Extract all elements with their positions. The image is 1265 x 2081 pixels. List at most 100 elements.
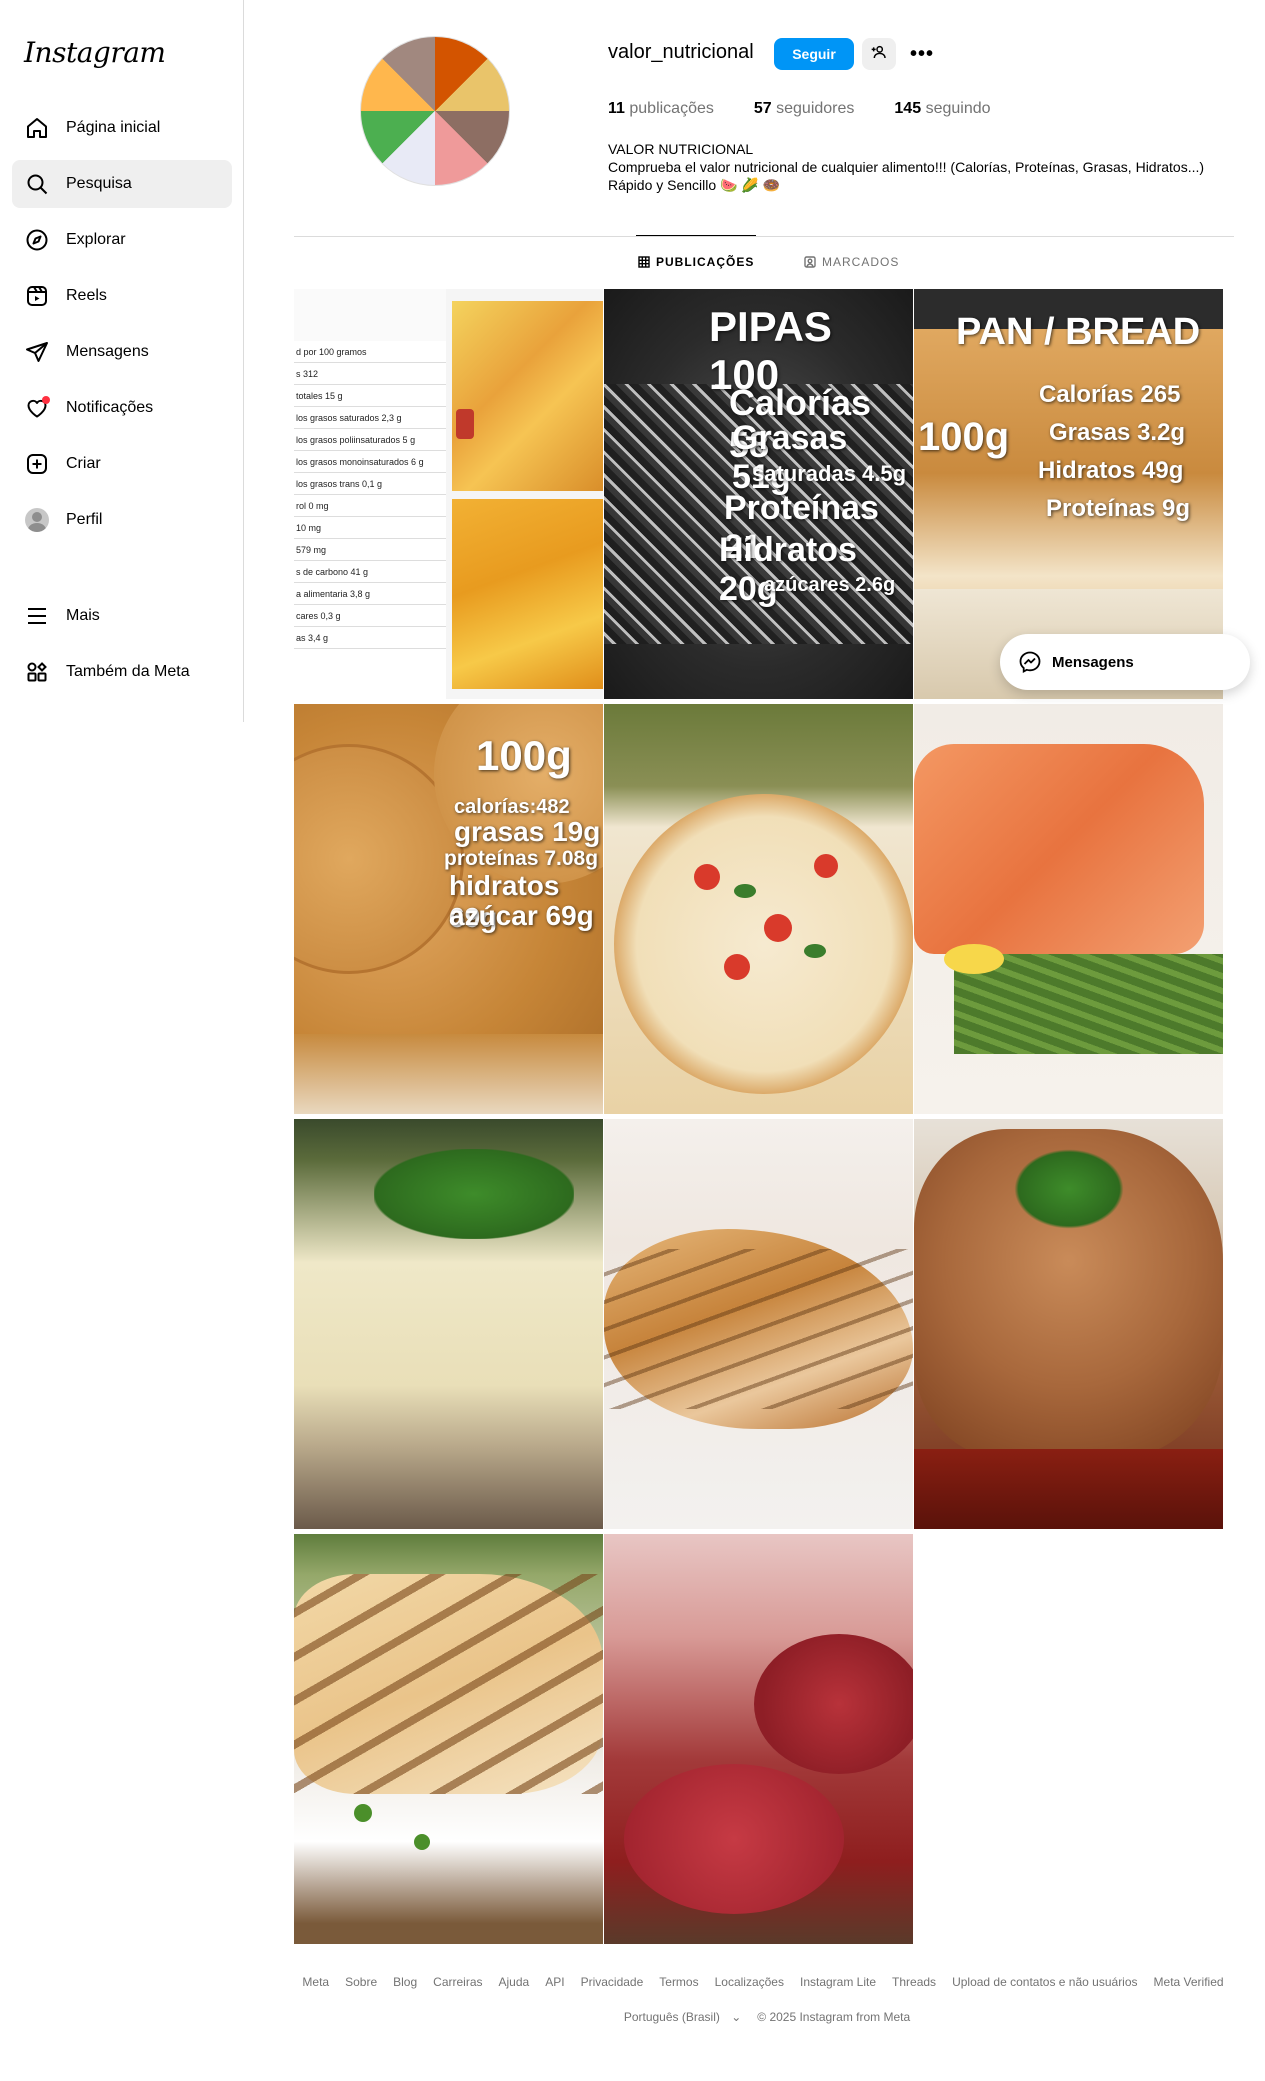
pan-100g: 100g: [918, 415, 1010, 459]
profile-avatar[interactable]: [360, 36, 510, 186]
pan-title: PAN / BREAD: [956, 311, 1201, 353]
footer-link[interactable]: Instagram Lite: [800, 1975, 876, 1989]
nutrition-label-row: los grasos monoinsaturados 6 g: [294, 451, 446, 473]
profile-stats: 11 publicações 57 seguidores 145 seguind…: [608, 100, 1031, 118]
post-meats[interactable]: [604, 1534, 913, 1944]
pan-line: Grasas 3.2g: [1049, 419, 1186, 446]
sidebar-item-label: Criar: [66, 455, 101, 472]
sidebar-item-home[interactable]: Página inicial: [12, 104, 232, 152]
post-pipas[interactable]: PIPAS 100 Calorías 58 Grasas 51g saturad…: [604, 289, 913, 699]
pipas-line: Hidratos 20g: [719, 531, 857, 608]
footer-link[interactable]: Termos: [659, 1975, 698, 1989]
nutrition-label-row: rol 0 mg: [294, 495, 446, 517]
sidebar-item-label: Explorar: [66, 231, 126, 248]
footer-link[interactable]: Upload de contatos e não usuários: [952, 1975, 1137, 1989]
send-icon: [24, 339, 50, 365]
pipas-line: azúcares 2.6g: [764, 574, 896, 596]
sidebar-item-explore[interactable]: Explorar: [12, 216, 232, 264]
galleta-line: azúcar 69g: [449, 900, 594, 931]
sidebar-item-reels[interactable]: Reels: [12, 272, 232, 320]
nutrition-label-row: s 312: [294, 363, 446, 385]
sidebar-item-notifications[interactable]: Notificações: [12, 384, 232, 432]
home-icon: [24, 115, 50, 141]
meta-apps-icon: [24, 659, 50, 685]
post-merluza[interactable]: [294, 1119, 603, 1529]
profile-username: valor_nutricional: [608, 41, 754, 63]
suggested-users-button[interactable]: [862, 38, 896, 70]
post-pizza[interactable]: [604, 704, 913, 1114]
nutrition-label-row: los grasos trans 0,1 g: [294, 473, 446, 495]
post-galleta-maria[interactable]: 100g calorías:482 grasas 19g proteínas 7…: [294, 704, 603, 1114]
sidebar-item-label: Página inicial: [66, 119, 161, 136]
instagram-logo[interactable]: Instagram: [24, 36, 166, 69]
sidebar-item-create[interactable]: Criar: [12, 440, 232, 488]
following-count[interactable]: 145 seguindo: [894, 100, 990, 118]
posts-count: 11 publicações: [608, 100, 714, 117]
sidebar-item-messages[interactable]: Mensagens: [12, 328, 232, 376]
footer-link[interactable]: Sobre: [345, 1975, 377, 1989]
bio-text: Comprueba el valor nutricional de cualqu…: [608, 159, 1205, 193]
pan-line: Hidratos 49g: [1038, 457, 1184, 484]
sidebar-item-search[interactable]: Pesquisa: [12, 160, 232, 208]
heart-icon: [24, 395, 50, 421]
sidebar-item-label: Notificações: [66, 399, 154, 416]
menu-icon: [24, 603, 50, 629]
post-chicken-breast[interactable]: [604, 1119, 913, 1529]
options-button[interactable]: •••: [906, 38, 938, 70]
tab-posts[interactable]: PUBLICAÇÕES: [635, 235, 757, 269]
post-salmon[interactable]: [914, 704, 1223, 1114]
sidebar-item-label: Pesquisa: [66, 175, 132, 192]
avatar-icon: [24, 507, 50, 533]
followers-count[interactable]: 57 seguidores: [754, 100, 855, 118]
footer-link[interactable]: API: [545, 1975, 564, 1989]
footer-link[interactable]: Threads: [892, 1975, 936, 1989]
footer-link[interactable]: Privacidade: [581, 1975, 644, 1989]
messages-pill[interactable]: Mensagens: [1000, 634, 1250, 690]
tagged-icon: [804, 256, 816, 268]
nutrition-label-row: 579 mg: [294, 539, 446, 561]
sidebar-item-more[interactable]: Mais: [12, 592, 232, 640]
nutrition-label-row: as 3,4 g: [294, 627, 446, 649]
nutrition-label-row: los grasos poliinsaturados 5 g: [294, 429, 446, 451]
nav-list: Página inicial Pesquisa Explorar Reels M…: [12, 104, 232, 704]
grid-icon: [638, 256, 650, 268]
pipas-line: saturadas 4.5g: [752, 461, 907, 486]
tab-tagged[interactable]: MARCADOS: [804, 255, 899, 269]
fries-image-top: [452, 301, 603, 491]
post-grilled-chicken[interactable]: [294, 1534, 603, 1944]
sidebar-item-meta[interactable]: Também da Meta: [12, 648, 232, 696]
footer-link[interactable]: Meta: [302, 1975, 329, 1989]
bio-name: VALOR NUTRICIONAL: [608, 141, 754, 157]
footer-link[interactable]: Ajuda: [499, 1975, 530, 1989]
nutrition-label-row: d por 100 gramos: [294, 341, 446, 363]
galleta-line: proteínas 7.08g: [444, 847, 599, 870]
add-user-icon: [871, 44, 887, 65]
messages-pill-label: Mensagens: [1052, 653, 1134, 671]
footer-link[interactable]: Localizações: [715, 1975, 784, 1989]
post-pork-steak[interactable]: [914, 1119, 1223, 1529]
language-select[interactable]: Português (Brasil) ⌄: [616, 2010, 741, 2024]
footer-link[interactable]: Blog: [393, 1975, 417, 1989]
galleta-100g: 100g: [476, 732, 572, 779]
nutrition-label-row: 10 mg: [294, 517, 446, 539]
footer-links: Meta Sobre Blog Carreiras Ajuda API Privacidad…: [294, 1975, 1232, 1989]
nutrition-label-row: los grasos saturados 2,3 g: [294, 407, 446, 429]
galleta-line: grasas 19g: [454, 816, 601, 847]
search-icon: [24, 171, 50, 197]
footer-link[interactable]: Carreiras: [433, 1975, 482, 1989]
footer-link[interactable]: Meta Verified: [1154, 1975, 1224, 1989]
compass-icon: [24, 227, 50, 253]
nutrition-label: d por 100 gramos s 312 totales 15 g los gra…: [294, 289, 446, 699]
sidebar-item-label: Mais: [66, 607, 100, 624]
nutrition-label-row: a alimentaria 3,8 g: [294, 583, 446, 605]
post-nutrition-label-fries[interactable]: d por 100 gramos s 312 totales 15 g los gra…: [294, 289, 603, 699]
nutrition-label-row: totales 15 g: [294, 385, 446, 407]
sidebar-nav: Instagram Página inicial Pesquisa Explor…: [0, 0, 244, 722]
nutrition-label-row: s de carbono 41 g: [294, 561, 446, 583]
more-options-icon: •••: [909, 42, 934, 65]
fries-image-bottom: [452, 499, 603, 689]
sidebar-item-profile[interactable]: Perfil: [12, 496, 232, 544]
follow-button[interactable]: Seguir: [774, 38, 854, 70]
sidebar-item-label: Também da Meta: [66, 663, 190, 680]
notification-dot: [42, 396, 50, 404]
